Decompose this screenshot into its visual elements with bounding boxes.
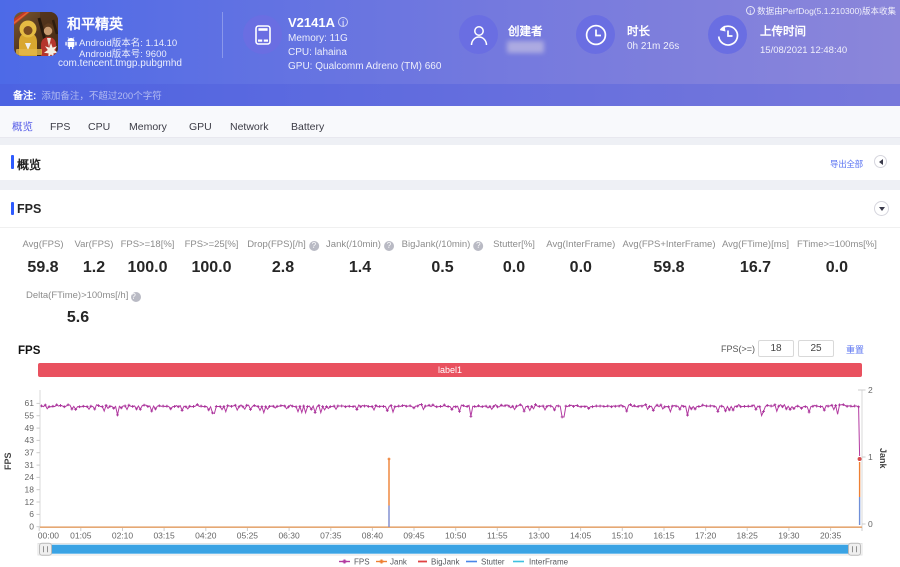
svg-text:20:35: 20:35	[820, 531, 842, 541]
svg-text:Jank: Jank	[878, 448, 888, 470]
svg-text:0: 0	[29, 522, 34, 532]
svg-text:Stutter: Stutter	[481, 558, 505, 567]
svg-text:label1: label1	[438, 365, 462, 375]
svg-text:13:00: 13:00	[528, 531, 550, 541]
svg-text:2: 2	[868, 385, 873, 395]
svg-text:08:40: 08:40	[362, 531, 384, 541]
svg-text:14:05: 14:05	[570, 531, 592, 541]
svg-text:12: 12	[25, 497, 35, 507]
svg-text:1: 1	[868, 452, 873, 462]
svg-text:FPS: FPS	[3, 452, 13, 470]
svg-text:00:00: 00:00	[38, 531, 60, 541]
svg-text:05:25: 05:25	[237, 531, 259, 541]
svg-text:11:55: 11:55	[487, 531, 508, 541]
svg-text:07:35: 07:35	[320, 531, 342, 541]
svg-text:61: 61	[25, 398, 35, 408]
svg-text:6: 6	[29, 509, 34, 519]
svg-text:InterFrame: InterFrame	[529, 558, 569, 567]
svg-text:06:30: 06:30	[278, 531, 300, 541]
svg-text:01:05: 01:05	[70, 531, 92, 541]
svg-text:02:10: 02:10	[112, 531, 134, 541]
svg-text:03:15: 03:15	[153, 531, 175, 541]
svg-text:18:25: 18:25	[737, 531, 759, 541]
svg-text:55: 55	[25, 411, 35, 421]
svg-text:37: 37	[25, 448, 35, 458]
svg-text:10:50: 10:50	[445, 531, 467, 541]
svg-text:31: 31	[25, 460, 35, 470]
svg-text:17:20: 17:20	[695, 531, 717, 541]
svg-text:49: 49	[25, 423, 35, 433]
svg-text:09:45: 09:45	[403, 531, 425, 541]
svg-text:04:20: 04:20	[195, 531, 217, 541]
svg-text:BigJank: BigJank	[431, 558, 460, 567]
svg-text:0: 0	[868, 519, 873, 529]
svg-text:43: 43	[25, 435, 35, 445]
svg-text:19:30: 19:30	[778, 531, 800, 541]
svg-text:24: 24	[25, 472, 35, 482]
svg-text:Jank: Jank	[390, 558, 408, 567]
svg-text:FPS: FPS	[354, 558, 370, 567]
svg-text:16:15: 16:15	[653, 531, 675, 541]
svg-text:18: 18	[25, 485, 35, 495]
svg-text:15:10: 15:10	[612, 531, 634, 541]
